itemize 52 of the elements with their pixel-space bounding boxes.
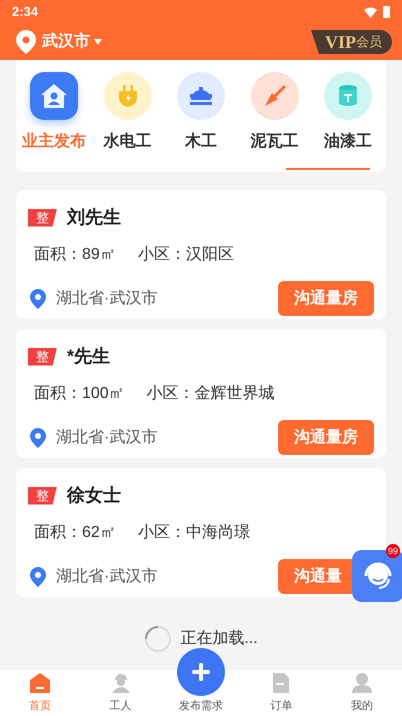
- paint-bucket-icon: [324, 72, 372, 120]
- type-tag: 整: [28, 208, 57, 226]
- category-label: 木工: [185, 132, 217, 152]
- category-label: 泥瓦工: [250, 132, 298, 152]
- tab-item[interactable]: 发布需求: [179, 698, 224, 716]
- battery-icon: [383, 6, 390, 18]
- area-text: 面积：100㎡: [34, 384, 125, 404]
- customer-name: *先生: [67, 345, 110, 368]
- tab-item[interactable]: 工人: [110, 672, 132, 716]
- location-text: 湖北省·武汉市: [56, 428, 158, 448]
- plus-button[interactable]: [177, 648, 226, 696]
- person-icon: [350, 672, 373, 694]
- status-time: 2:34: [12, 3, 38, 22]
- location-pin-icon: [16, 30, 36, 54]
- vip-badge[interactable]: VIP会员: [311, 30, 392, 54]
- listing-card[interactable]: 整 *先生 面积：100㎡ 小区：金辉世界城 湖北省·武汉市 沟通量房: [16, 329, 386, 458]
- wifi-icon: [364, 6, 377, 18]
- vip-suffix: 会员: [356, 33, 382, 52]
- tab-item[interactable]: 订单: [270, 672, 292, 716]
- category-item[interactable]: 水电工: [96, 72, 160, 154]
- tab-item[interactable]: 我的: [350, 672, 373, 716]
- customer-name: 刘先生: [67, 206, 121, 229]
- plug-icon: [104, 72, 152, 120]
- house-icon: [30, 72, 78, 120]
- listing-card[interactable]: 整 徐女士 面积：62㎡ 小区：中海尚璟 湖北省·武汉市 沟通量: [16, 468, 386, 597]
- loading-text: 正在加载...: [180, 628, 258, 649]
- listing-card[interactable]: 整 刘先生 面积：89㎡ 小区：汉阳区 湖北省·武汉市 沟通量房: [16, 190, 386, 319]
- area-text: 面积：89㎡: [34, 245, 116, 265]
- caret-icon: [94, 39, 102, 45]
- worker-icon: [110, 672, 132, 694]
- location-text: 湖北省·武汉市: [56, 288, 158, 308]
- community-text: 小区：中海尚璟: [138, 522, 250, 543]
- notification-badge: 99: [386, 544, 400, 558]
- category-label: 油漆工: [324, 132, 372, 152]
- community-text: 小区：金辉世界城: [146, 384, 275, 404]
- category-label: 水电工: [104, 132, 152, 152]
- area-text: 面积：62㎡: [34, 523, 116, 543]
- community-text: 小区：汉阳区: [138, 244, 234, 265]
- vip-label: VIP: [325, 30, 356, 54]
- type-tag: 整: [28, 348, 57, 366]
- location-pin-icon: [30, 288, 46, 308]
- loading-spinner-icon: [144, 625, 172, 653]
- category-item[interactable]: 泥瓦工: [242, 72, 306, 154]
- location-text: 湖北省·武汉市: [56, 566, 158, 586]
- customer-name: 徐女士: [67, 484, 121, 507]
- category-item[interactable]: 木工: [169, 72, 233, 154]
- location-pin-icon: [30, 566, 46, 586]
- plus-icon: [191, 662, 212, 682]
- category-label: 业主发布: [22, 131, 86, 152]
- type-tag: 整: [28, 486, 57, 504]
- category-item[interactable]: 油漆工: [316, 72, 380, 154]
- location-pin-icon: [30, 428, 46, 448]
